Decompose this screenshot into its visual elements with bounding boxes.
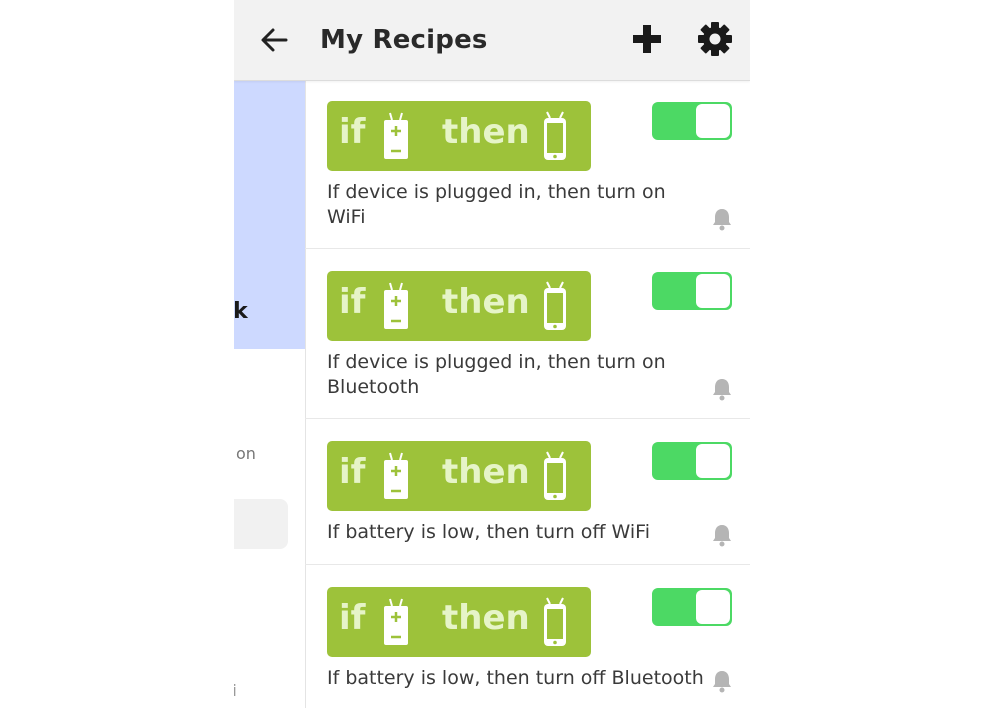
recipe-toggle[interactable] (652, 588, 732, 626)
if-label: if (339, 282, 366, 322)
then-label: then (442, 452, 530, 492)
recipe-description: If battery is low, then turn off Bluetoo… (327, 667, 704, 689)
smartphone-icon (544, 281, 566, 330)
then-label: then (442, 112, 530, 152)
then-label: then (442, 282, 530, 322)
phone-screen: My Recipes k on if then If device is plu… (234, 0, 750, 708)
side-panel: ok on 'i (234, 81, 306, 708)
recipe-item[interactable]: if then (305, 565, 750, 708)
side-panel-text: on (236, 444, 256, 463)
recipe-item[interactable]: if then (305, 419, 750, 565)
toggle-knob (696, 104, 730, 138)
toggle-knob (696, 590, 730, 624)
then-label: then (442, 598, 530, 638)
battery-charging-icon (384, 452, 408, 499)
stage: My Recipes k on if then If device is plu… (0, 0, 984, 708)
side-panel-bold-text: ok (234, 299, 248, 324)
smartphone-icon (544, 597, 566, 646)
recipe-toggle[interactable] (652, 272, 732, 310)
plus-icon (633, 25, 661, 53)
recipe-banner: if then (327, 587, 591, 657)
if-label: if (339, 112, 366, 152)
battery-charging-icon (384, 282, 408, 329)
side-panel-bottom-text: 'i (234, 681, 237, 700)
settings-button[interactable] (696, 20, 734, 58)
back-button[interactable] (258, 22, 290, 58)
toggle-knob (696, 274, 730, 308)
page-title: My Recipes (320, 25, 488, 55)
recipe-item[interactable]: if then (305, 249, 750, 419)
recipe-description: If device is plugged in, then turn on Wi… (327, 181, 666, 228)
side-panel-button[interactable] (234, 499, 288, 549)
bell-icon[interactable] (711, 523, 733, 547)
recipe-description: If battery is low, then turn off WiFi (327, 521, 650, 543)
gear-icon (698, 22, 732, 56)
recipe-list: if then If device is plugged in, then tu… (305, 81, 750, 708)
arrow-left-icon (261, 28, 288, 52)
recipe-description: If device is plugged in, then turn on Bl… (327, 351, 666, 398)
battery-charging-icon (384, 598, 408, 645)
recipe-banner: if then (327, 441, 591, 511)
add-recipe-button[interactable] (630, 22, 664, 56)
battery-charging-icon (384, 112, 408, 159)
bell-icon[interactable] (711, 669, 733, 693)
recipe-banner: if then (327, 271, 591, 341)
toggle-knob (696, 444, 730, 478)
recipe-banner: if then (327, 101, 591, 171)
recipe-item[interactable]: if then (305, 81, 750, 249)
if-label: if (339, 452, 366, 492)
bell-icon[interactable] (711, 377, 733, 401)
recipe-toggle[interactable] (652, 442, 732, 480)
if-label: if (339, 598, 366, 638)
app-header: My Recipes (234, 0, 750, 81)
smartphone-icon (544, 451, 566, 500)
bell-icon[interactable] (711, 207, 733, 231)
smartphone-icon (544, 111, 566, 160)
recipe-toggle[interactable] (652, 102, 732, 140)
